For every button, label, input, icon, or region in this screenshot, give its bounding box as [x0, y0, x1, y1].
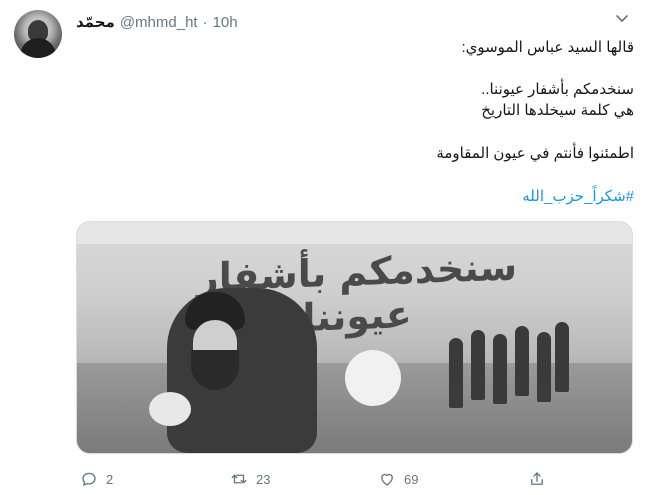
tweet[interactable]: محمّد @mhmd_ht · 10h قالها السيد عباس ال…: [0, 0, 647, 495]
soldier: [493, 334, 507, 404]
avatar-body: [20, 38, 56, 58]
banner-edge: [77, 222, 632, 244]
avatar[interactable]: [14, 10, 62, 58]
tweet-media-image[interactable]: سنخدمكم بأشفار عيوننا: [76, 221, 633, 454]
hashtag-link[interactable]: #شكراً_حزب_الله: [76, 186, 634, 207]
soldier: [449, 338, 463, 408]
reply-icon: [82, 472, 96, 486]
like-count: 69: [404, 471, 419, 487]
retweet-icon: [231, 474, 247, 484]
share-icon: [531, 472, 543, 485]
portrait-hand: [149, 392, 191, 426]
like-icon: [381, 473, 393, 486]
display-name[interactable]: محمّد: [76, 13, 115, 31]
tweet-text-line: قالها السيد عباس الموسوي:: [461, 39, 634, 56]
chevron-down-icon[interactable]: [615, 12, 629, 26]
like-button[interactable]: 69: [378, 467, 418, 491]
separator-dot: ·: [202, 13, 208, 31]
soldiers-group: [449, 312, 569, 422]
tweet-text-line: سنخدمكم بأشفار عيوننا..: [481, 81, 634, 98]
share-button[interactable]: [528, 467, 554, 491]
user-handle[interactable]: @mhmd_ht: [120, 14, 198, 31]
reply-count: 2: [106, 471, 114, 487]
tweet-text-line: اطمئنوا فأنتم في عيون المقاومة: [436, 145, 634, 162]
retweet-button[interactable]: 23: [230, 467, 270, 491]
tweet-actions: 2 23 69: [0, 467, 647, 491]
retweet-count: 23: [256, 471, 271, 487]
banner-sun: [345, 350, 401, 406]
tweet-text-line: هي كلمة سيخلدها التاريخ: [481, 102, 634, 119]
tweet-header: محمّد @mhmd_ht · 10h: [76, 12, 238, 32]
soldier: [515, 326, 529, 396]
timestamp[interactable]: 10h: [213, 14, 238, 31]
soldier: [555, 322, 569, 392]
soldier: [471, 330, 485, 400]
soldier: [537, 332, 551, 402]
reply-button[interactable]: 2: [80, 467, 113, 491]
